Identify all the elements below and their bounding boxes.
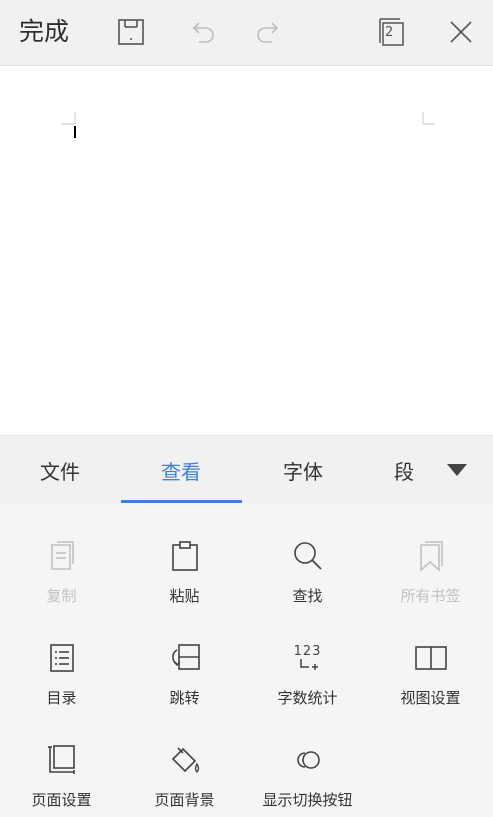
paste-icon [123,539,246,573]
page-setup-label: 页面设置 [31,791,92,809]
undo-icon[interactable] [188,17,218,47]
toc-label: 目录 [46,689,77,707]
jump-icon [123,641,246,675]
word-count-icon: 123 [246,641,369,675]
jump-label: 跳转 [169,689,200,707]
page-background-label: 页面背景 [154,791,215,809]
tab-file[interactable]: 文件 [0,436,120,504]
tab-paragraph[interactable]: 段 [364,436,444,504]
copy-icon [0,539,123,573]
search-icon [246,539,369,573]
document-canvas[interactable] [0,66,493,435]
done-button[interactable]: 完成 [19,16,69,48]
tab-bar: 文件 查看 字体 段 [0,435,493,503]
view-settings-label: 视图设置 [400,689,461,707]
save-icon[interactable] [116,17,146,47]
show-toggle-label: 显示切换按钮 [262,791,353,809]
text-cursor [74,126,76,138]
page-background-button[interactable]: 页面背景 [123,707,246,809]
toc-icon [0,641,123,675]
find-button[interactable]: 查找 [246,503,369,605]
toggle-icon [246,743,369,777]
redo-icon[interactable] [253,17,283,47]
show-toggle-button[interactable]: 显示切换按钮 [246,707,369,809]
page-corner-marks [61,112,435,125]
all-bookmarks-button[interactable]: 所有书签 [369,503,492,605]
book-icon [369,641,492,675]
copy-label: 复制 [46,587,77,605]
tab-font[interactable]: 字体 [242,436,364,504]
view-settings-button[interactable]: 视图设置 [369,605,492,707]
top-toolbar: 完成 2 [0,0,493,66]
close-icon[interactable] [446,17,476,47]
expand-tabs-icon[interactable] [446,462,468,481]
jump-button[interactable]: 跳转 [123,605,246,707]
word-count-button[interactable]: 123 字数统计 [246,605,369,708]
toc-button[interactable]: 目录 [0,605,123,707]
all-bookmarks-label: 所有书签 [400,587,461,605]
word-count-icon-text: 123 [293,643,322,659]
page-setup-button[interactable]: 页面设置 [0,707,123,809]
copy-button[interactable]: 复制 [0,503,123,605]
page-count-icon[interactable]: 2 [376,17,406,47]
bookmark-icon [369,539,492,573]
paste-button[interactable]: 粘贴 [123,503,246,605]
find-label: 查找 [292,587,323,605]
page-setup-icon [0,743,123,777]
word-count-label: 字数统计 [277,689,338,707]
page-count-text: 2 [385,25,394,40]
fill-icon [123,743,246,777]
view-panel: 复制 粘贴 查找 所有书签 目录 跳转 123 字数统计 视图设置 页面设置 页… [0,503,493,817]
tab-view[interactable]: 查看 [120,436,242,504]
paste-label: 粘贴 [169,587,200,605]
